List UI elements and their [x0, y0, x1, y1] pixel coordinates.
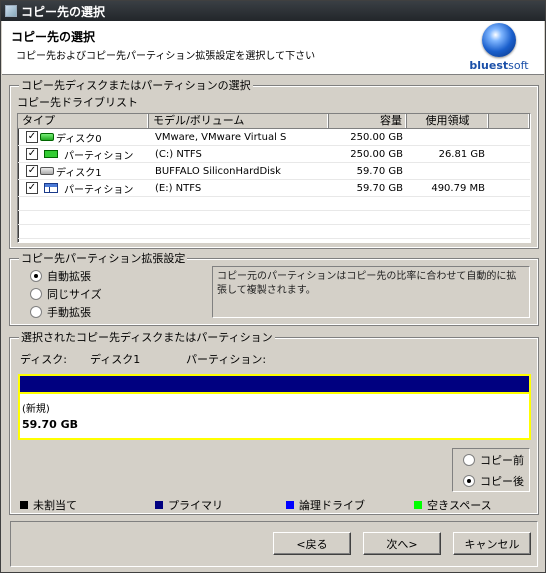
row-checkbox[interactable]: ✓	[26, 131, 38, 143]
radio-label: 同じサイズ	[47, 288, 102, 301]
table-row[interactable]: ✓ パーティション (E:) NTFS 59.70 GB 490.79 MB	[18, 180, 530, 197]
row-checkbox[interactable]: ✓	[26, 165, 38, 177]
drive-list-caption: コピー先ドライブリスト	[17, 96, 138, 109]
table-row[interactable]: ✓ パーティション (C:) NTFS 250.00 GB 26.81 GB	[18, 146, 530, 163]
row-checkbox[interactable]: ✓	[26, 148, 38, 160]
partition-map-block[interactable]: (新規) 59.70 GB	[18, 392, 531, 440]
free-space-swatch-icon	[414, 501, 422, 509]
column-header-model[interactable]: モデル/ボリューム	[149, 114, 329, 128]
empty-row	[18, 225, 530, 239]
row-checkbox[interactable]: ✓	[26, 182, 38, 194]
radio-same-size[interactable]: 同じサイズ	[30, 286, 102, 302]
page-subtitle: コピー先およびコピー先パーティション拡張設定を選択して下さい	[16, 51, 316, 62]
expand-description: コピー元のパーティションはコピー先の比率に合わせて自動的に拡張して複製されます。	[212, 266, 530, 318]
radio-button[interactable]	[30, 288, 42, 300]
radio-manual-expand[interactable]: 手動拡張	[30, 304, 91, 320]
row-model: BUFFALO SiliconHardDisk	[155, 165, 281, 177]
legend-label: 空きスペース	[427, 499, 492, 512]
radio-button[interactable]	[463, 454, 475, 466]
cancel-button[interactable]: キャンセル	[453, 532, 531, 555]
row-used: 490.79 MB	[431, 182, 485, 194]
legend-label: プライマリ	[168, 499, 223, 512]
expand-settings-legend: コピー先パーティション拡張設定	[19, 252, 188, 265]
logical-swatch-icon	[286, 501, 294, 509]
radio-label: コピー前	[480, 454, 524, 467]
row-model: VMware, VMware Virtual S	[155, 131, 287, 143]
bluestsoft-logo: bluestsoft	[464, 23, 534, 73]
unallocated-swatch-icon	[20, 501, 28, 509]
back-button[interactable]: <戻る	[273, 532, 351, 555]
selected-destination-legend: 選択されたコピー先ディスクまたはパーティション	[19, 331, 275, 344]
partition-icon	[44, 150, 58, 158]
page-title: コピー先の選択	[11, 30, 96, 44]
logo-text: bluestsoft	[469, 59, 529, 72]
legend-unallocated: 未割当て	[20, 497, 77, 513]
row-model: (C:) NTFS	[155, 148, 202, 160]
radio-label: 手動拡張	[47, 306, 91, 319]
disk-icon	[40, 167, 54, 175]
table-row[interactable]: ✓ ディスク0 VMware, VMware Virtual S 250.00 …	[18, 129, 530, 146]
disk-icon	[40, 133, 54, 141]
drive-list[interactable]: タイプ モデル/ボリューム 容量 使用領域 ✓ ディスク0 VMware, VM…	[17, 113, 531, 243]
next-button[interactable]: 次へ>	[363, 532, 441, 555]
legend-label: 未割当て	[33, 499, 77, 512]
radio-button[interactable]	[30, 306, 42, 318]
row-capacity: 250.00 GB	[350, 131, 403, 143]
column-header-capacity[interactable]: 容量	[329, 114, 407, 128]
partition-label: パーティション:	[186, 353, 267, 366]
row-model: (E:) NTFS	[155, 182, 202, 194]
column-header-used[interactable]: 使用領域	[407, 114, 489, 128]
drive-list-header: タイプ モデル/ボリューム 容量 使用領域	[18, 114, 530, 129]
title-bar[interactable]: コピー先の選択	[1, 1, 545, 21]
legend-free-space: 空きスペース	[414, 497, 492, 513]
copy-destination-dialog: コピー先の選択 コピー先の選択 コピー先およびコピー先パーティション拡張設定を選…	[0, 0, 546, 573]
row-type: ディスク0	[56, 133, 102, 145]
legend-label: 論理ドライブ	[299, 499, 365, 512]
radio-button[interactable]	[30, 270, 42, 282]
row-capacity: 59.70 GB	[356, 165, 403, 177]
logo-sphere-icon	[482, 23, 516, 57]
row-capacity: 59.70 GB	[356, 182, 403, 194]
wizard-header: コピー先の選択 コピー先およびコピー先パーティション拡張設定を選択して下さい b…	[2, 21, 544, 75]
column-header-blank	[489, 114, 530, 128]
legend-primary: プライマリ	[155, 497, 223, 513]
radio-auto-expand[interactable]: 自動拡張	[30, 268, 91, 284]
destination-select-legend: コピー先ディスクまたはパーティションの選択	[19, 79, 253, 92]
row-type: ディスク1	[56, 167, 102, 179]
partition-size: 59.70 GB	[22, 418, 79, 431]
disk-label: ディスク:	[20, 353, 67, 366]
column-header-type[interactable]: タイプ	[18, 114, 149, 128]
empty-row	[18, 211, 530, 225]
row-capacity: 250.00 GB	[350, 148, 403, 160]
radio-label: 自動拡張	[47, 270, 91, 283]
partition-window-icon	[44, 183, 58, 193]
radio-before-copy[interactable]: コピー前	[463, 452, 524, 468]
radio-button[interactable]	[463, 475, 475, 487]
app-icon	[5, 5, 17, 17]
radio-label: コピー後	[480, 475, 524, 488]
radio-after-copy[interactable]: コピー後	[463, 473, 524, 489]
table-row[interactable]: ✓ ディスク1 BUFFALO SiliconHardDisk 59.70 GB	[18, 163, 530, 180]
disk-value: ディスク1	[90, 353, 141, 366]
window-title: コピー先の選択	[21, 4, 106, 19]
legend-logical: 論理ドライブ	[286, 497, 365, 513]
partition-new-label: (新規)	[22, 404, 50, 415]
row-used: 26.81 GB	[438, 148, 485, 160]
row-type: パーティション	[64, 150, 134, 162]
empty-row	[18, 197, 530, 211]
disk-map-bar[interactable]	[18, 374, 531, 392]
primary-swatch-icon	[155, 501, 163, 509]
row-type: パーティション	[64, 184, 134, 196]
